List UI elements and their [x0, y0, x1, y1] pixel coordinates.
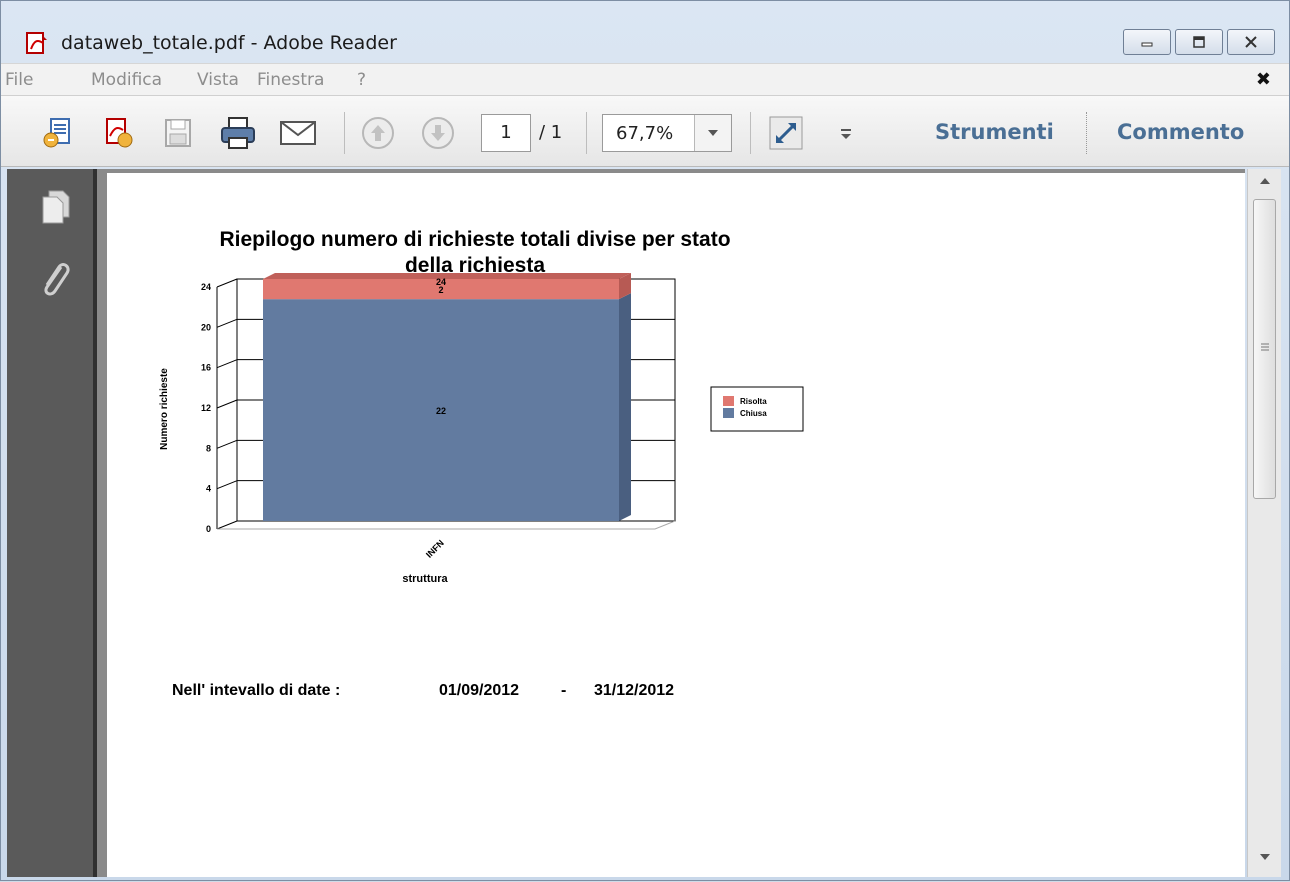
gridline-depth [216, 359, 238, 369]
date-range-label: Nell' intevallo di date : [172, 682, 341, 699]
gridline-depth [216, 439, 238, 449]
y-tick-label: 0 [206, 524, 211, 534]
y-tick-label: 20 [201, 322, 211, 332]
gridline-depth [216, 480, 238, 490]
grip-icon [1261, 343, 1269, 351]
x-tick-label: INFN [424, 538, 446, 560]
bar-chart: 0481216202422224INFNstrutturaNumero rich… [159, 273, 804, 585]
y-tick-label: 16 [201, 363, 211, 373]
gridline-depth [216, 318, 238, 328]
y-axis-label: Numero richieste [159, 368, 170, 450]
y-tick-label: 24 [201, 282, 211, 292]
gridline-depth [216, 399, 238, 409]
scroll-up-icon[interactable] [1259, 177, 1271, 185]
app-window: dataweb_totale.pdf - Adobe Reader File M… [0, 0, 1290, 881]
y-tick-label: 4 [206, 484, 211, 494]
x-axis-label: struttura [402, 573, 448, 585]
data-label: 22 [436, 406, 446, 416]
gridline-depth [216, 520, 238, 530]
date-separator: - [561, 682, 567, 699]
vertical-scrollbar[interactable] [1247, 169, 1281, 877]
floor-edge [217, 520, 676, 530]
bar-top [263, 273, 631, 279]
scroll-down-icon[interactable] [1259, 853, 1271, 861]
y-tick-label: 8 [206, 443, 211, 453]
total-label: 24 [436, 277, 446, 287]
legend-label: Chiusa [740, 409, 767, 418]
scrollbar-thumb[interactable] [1253, 199, 1276, 499]
date-from: 01/09/2012 [439, 682, 520, 699]
y-tick-label: 12 [201, 403, 211, 413]
bar-side [619, 293, 631, 521]
gridline-depth [216, 278, 238, 288]
legend-label: Risolta [740, 397, 767, 406]
legend-swatch [723, 408, 734, 418]
date-to: 31/12/2012 [594, 682, 675, 699]
legend-swatch [723, 396, 734, 406]
